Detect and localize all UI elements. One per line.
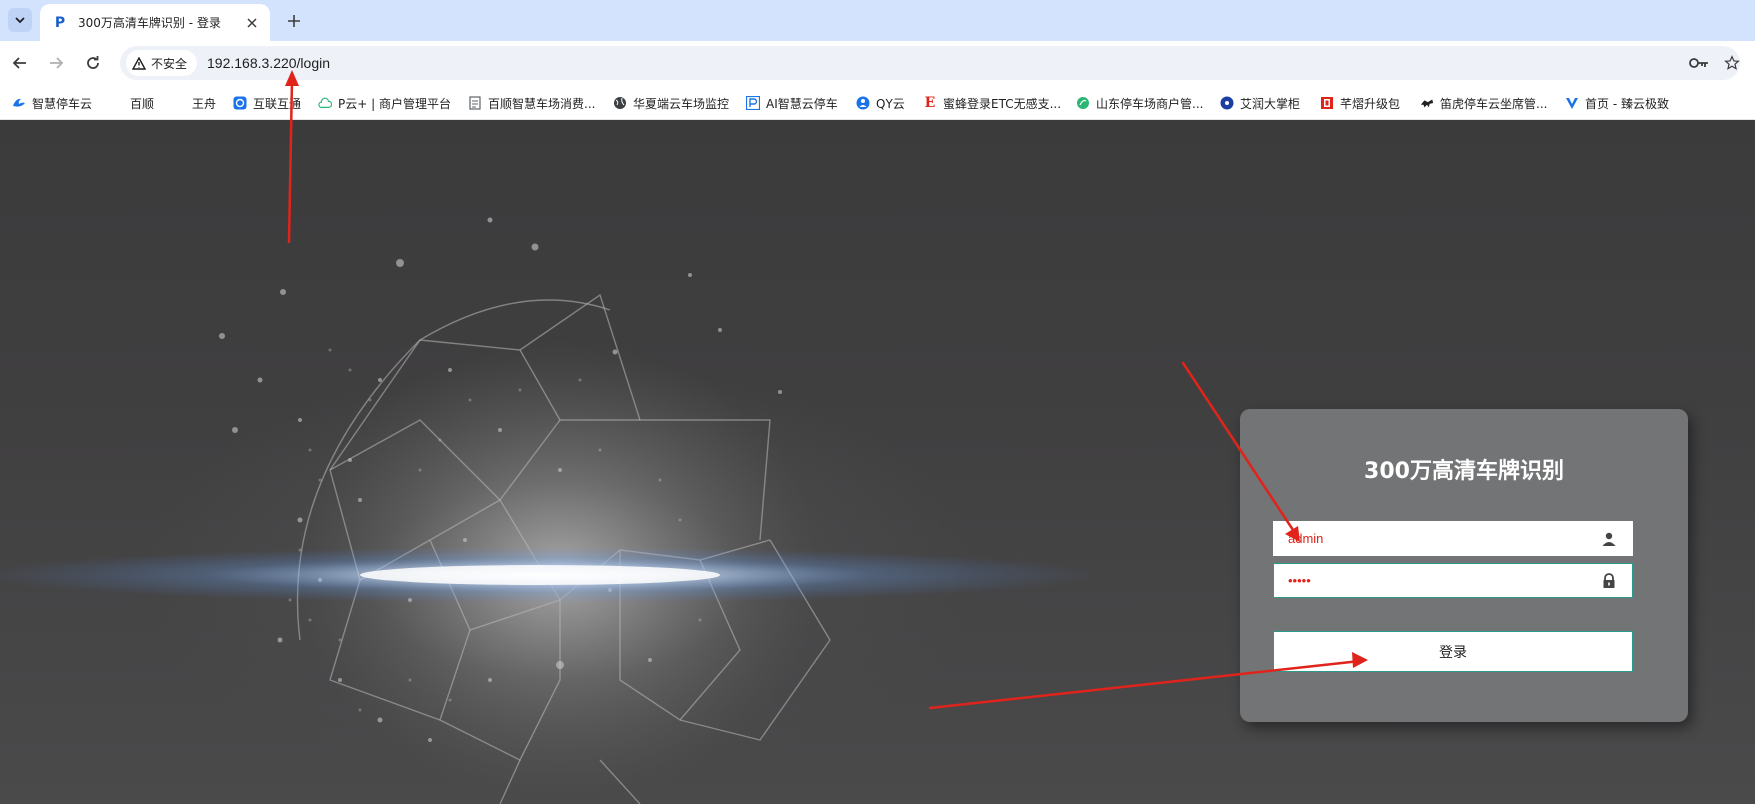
bookmark-item[interactable]: 首页 - 臻云极致 [1565,94,1669,112]
bookmark-label: P云+ | 商户管理平台 [338,96,451,111]
reload-icon [87,56,99,69]
blue-dot-icon [1220,96,1234,110]
v-logo-icon [1565,96,1579,110]
bookmark-label: QY云 [876,96,905,111]
browser-toolbar: 不安全 192.168.3.220/login [0,41,1755,86]
login-card: 300万高清车牌识别 admin ••••• 登录 [1240,409,1688,722]
parking-icon [746,96,760,110]
tiger-icon [1420,96,1434,110]
bookmark-item[interactable]: 山东停车场商户管... [1076,94,1203,112]
bookmark-label: AI智慧云停车 [766,96,838,111]
key-icon [1689,58,1708,68]
password-key-button[interactable] [1688,54,1710,72]
bookmark-item[interactable]: 百顺 [110,94,154,112]
back-button[interactable] [6,49,34,77]
bookmark-label: 百顺 [130,96,155,111]
bookmark-label: 蜜蜂登录ETC无感支... [943,96,1062,111]
bookmark-item[interactable]: 互联互通 [233,94,301,112]
bookmark-item[interactable]: E 蜜蜂登录ETC无感支... [923,94,1061,112]
tab-close-button[interactable] [244,15,260,31]
arrow-right-icon [50,57,64,69]
reload-button[interactable] [79,49,107,77]
bookmark-item[interactable]: P云+ | 商户管理平台 [318,94,451,112]
password-input[interactable]: ••••• [1288,573,1600,588]
bookmark-item[interactable]: 笛虎停车云坐席管... [1420,94,1547,112]
star-icon [1724,55,1740,70]
tab-strip: P 300万高清车牌识别 - 登录 [0,0,1755,41]
bookmark-label: 山东停车场商户管... [1096,96,1204,111]
active-tab[interactable]: P 300万高清车牌识别 - 登录 [40,4,270,41]
username-input[interactable]: admin [1288,531,1600,546]
login-button[interactable]: 登录 [1273,631,1633,672]
bookmark-item[interactable]: 王舟 [172,94,216,112]
circle-logo-icon [233,96,247,110]
globe-icon [613,96,627,110]
document-icon [468,96,482,110]
bookmark-star-button[interactable] [1724,53,1740,73]
leaf-icon [1076,96,1090,110]
security-label: 不安全 [151,56,188,71]
arrow-left-icon [12,57,26,69]
close-icon [247,17,257,28]
site-favicon-icon: P [54,14,66,31]
tab-search-button[interactable] [8,8,32,32]
bookmark-item[interactable]: 华夏端云车场监控 [613,94,729,112]
bookmark-label: 智慧停车云 [32,96,93,111]
cloud-outline-icon [318,96,332,110]
bookmark-label: 首页 - 臻云极致 [1585,96,1669,111]
warning-triangle-icon [132,56,146,70]
bookmark-item[interactable]: 艾润大掌柜 [1220,94,1300,112]
bookmark-label: 笛虎停车云坐席管... [1440,96,1548,111]
address-bar[interactable]: 不安全 192.168.3.220/login [120,46,1740,80]
red-square-icon [1320,96,1334,110]
bookmark-label: 王舟 [192,96,217,111]
bookmark-item[interactable]: 芊熠升级包 [1320,94,1400,112]
login-page: 300万高清车牌识别 admin ••••• 登录 [0,120,1755,804]
password-field[interactable]: ••••• [1273,563,1633,598]
bookmark-label: 互联互通 [253,96,302,111]
blank-icon [172,96,186,110]
user-icon [1600,530,1618,548]
cloud-logo-icon [12,96,26,110]
bookmark-item[interactable]: 智慧停车云 [12,94,92,112]
bookmark-item[interactable]: 百顺智慧车场消费... [468,94,595,112]
bookmarks-bar: 智慧停车云 百顺 王舟 互联互通 P云+ | 商户管理平台 百顺智慧车场消费..… [0,86,1755,120]
bookmark-item[interactable]: QY云 [856,94,905,112]
bookmark-label: 百顺智慧车场消费... [488,96,596,111]
lock-icon [1600,572,1618,590]
user-circle-icon [856,96,870,110]
forward-button[interactable] [42,49,70,77]
letter-e-icon: E [924,95,936,111]
bookmark-label: 芊熠升级包 [1340,96,1401,111]
username-field[interactable]: admin [1273,521,1633,556]
chevron-down-icon [15,17,25,24]
tab-title: 300万高清车牌识别 - 登录 [78,16,221,30]
bookmark-label: 艾润大掌柜 [1240,96,1301,111]
url-text[interactable]: 192.168.3.220/login [207,55,330,71]
blank-icon [110,96,124,110]
login-title: 300万高清车牌识别 [1364,459,1564,484]
bookmark-label: 华夏端云车场监控 [633,96,730,111]
new-tab-button[interactable] [282,9,306,33]
plus-icon [288,15,300,27]
bookmark-item[interactable]: AI智慧云停车 [746,94,838,112]
security-chip[interactable]: 不安全 [126,50,198,76]
